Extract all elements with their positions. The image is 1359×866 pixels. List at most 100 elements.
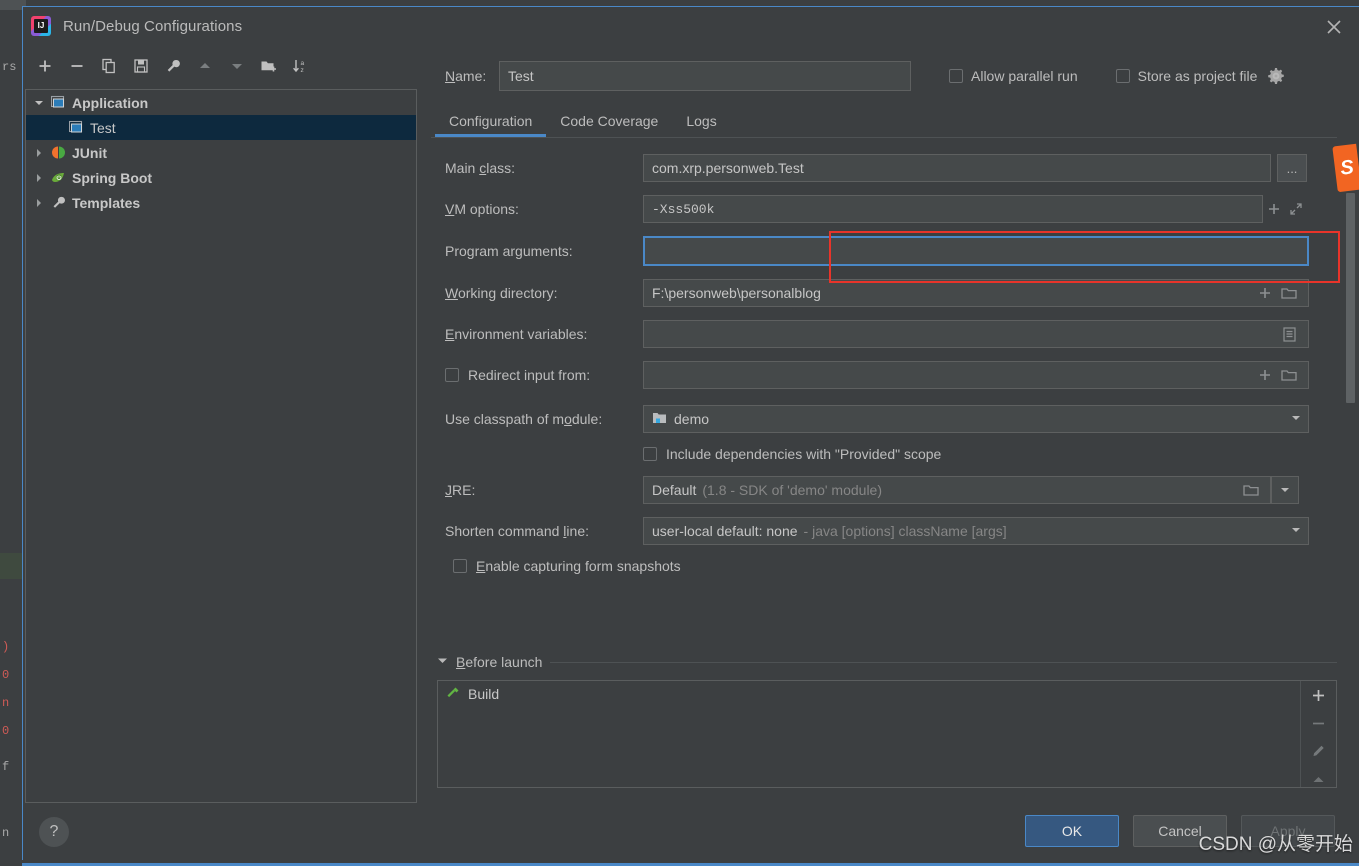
- remove-configuration-button[interactable]: [63, 53, 91, 79]
- main-class-row: Main class: com.xrp.personweb.Test ...: [431, 154, 1359, 182]
- before-launch-header[interactable]: Before launch: [437, 653, 1337, 671]
- include-provided-label: Include dependencies with "Provided" sco…: [666, 446, 942, 462]
- store-as-project-file-label: Store as project file: [1137, 68, 1258, 84]
- program-arguments-label: Program arguments:: [445, 243, 573, 259]
- working-directory-row: Working directory: F:\personweb\personal…: [431, 279, 1359, 307]
- include-provided-checkbox[interactable]: Include dependencies with "Provided" sco…: [643, 446, 941, 462]
- tab-code-coverage[interactable]: Code Coverage: [546, 113, 672, 137]
- tree-item-application[interactable]: Application: [26, 90, 416, 115]
- form-snapshots-checkbox[interactable]: Enable capturing form snapshots: [453, 558, 681, 574]
- form-snapshots-row: Enable capturing form snapshots: [431, 558, 1359, 574]
- arrow-down-icon[interactable]: [223, 53, 251, 79]
- chevron-down-icon[interactable]: [1290, 411, 1302, 427]
- add-task-button[interactable]: [1308, 687, 1330, 703]
- chevron-down-icon[interactable]: [30, 98, 48, 108]
- main-class-input[interactable]: com.xrp.personweb.Test: [643, 154, 1271, 182]
- ok-button[interactable]: OK: [1025, 815, 1119, 847]
- checkbox-box: [643, 447, 657, 461]
- redirect-input-field[interactable]: [643, 361, 1309, 389]
- classpath-module-row: Use classpath of module: demo: [431, 405, 1359, 433]
- chevron-down-icon[interactable]: [1290, 523, 1302, 539]
- redirect-input-checkbox[interactable]: Redirect input from:: [445, 367, 643, 383]
- before-launch-item-build[interactable]: Build: [438, 681, 1300, 707]
- program-arguments-row: Program arguments:: [431, 236, 1359, 266]
- working-directory-browse-icon[interactable]: [1278, 280, 1300, 306]
- copy-icon[interactable]: [95, 53, 123, 79]
- save-icon[interactable]: [127, 53, 155, 79]
- chevron-right-icon[interactable]: [30, 148, 48, 158]
- jre-browse-icon[interactable]: [1240, 477, 1262, 503]
- environment-variables-input[interactable]: [643, 320, 1309, 348]
- dialog-titlebar: IJ Run/Debug Configurations: [23, 7, 1359, 45]
- vm-options-expand-icon[interactable]: [1285, 196, 1307, 222]
- background-text: f: [2, 760, 10, 774]
- working-directory-control: F:\personweb\personalblog: [643, 279, 1309, 307]
- move-task-up-button[interactable]: [1308, 771, 1330, 787]
- wrench-icon[interactable]: [159, 53, 187, 79]
- tree-item-label: Application: [72, 94, 149, 111]
- shorten-command-line-control: user-local default: none - java [options…: [643, 517, 1309, 545]
- chevron-down-icon[interactable]: [437, 653, 448, 671]
- tab-logs[interactable]: Logs: [672, 113, 730, 137]
- name-input[interactable]: [499, 61, 911, 91]
- store-as-project-file-checkbox[interactable]: Store as project file: [1115, 68, 1258, 84]
- folder-plus-icon[interactable]: [255, 53, 283, 79]
- jre-label: JRE:: [445, 482, 476, 498]
- allow-parallel-run-checkbox[interactable]: Allow parallel run: [949, 68, 1078, 84]
- shorten-command-line-dropdown[interactable]: user-local default: none - java [options…: [643, 517, 1309, 545]
- jre-dropdown-button[interactable]: [1271, 476, 1299, 504]
- program-arguments-input[interactable]: [643, 236, 1309, 266]
- redirect-input-control: [643, 361, 1309, 389]
- redirect-input-add-icon[interactable]: [1254, 362, 1276, 388]
- checkbox-box: [453, 559, 467, 573]
- add-configuration-button[interactable]: [31, 53, 59, 79]
- vm-options-row: VM options: -Xss500k: [431, 195, 1359, 223]
- working-directory-value: F:\personweb\personalblog: [652, 285, 821, 301]
- redirect-input-browse-icon[interactable]: [1278, 362, 1300, 388]
- chevron-right-icon[interactable]: [30, 173, 48, 183]
- tree-item-junit[interactable]: JUnit: [26, 140, 416, 165]
- form-scrollbar[interactable]: [1346, 193, 1355, 793]
- redirect-input-label-wrap: Redirect input from:: [445, 367, 643, 383]
- edit-task-button[interactable]: [1308, 743, 1330, 759]
- working-directory-input[interactable]: F:\personweb\personalblog: [643, 279, 1309, 307]
- gear-icon[interactable]: [1267, 65, 1289, 87]
- section-divider: [550, 661, 1337, 663]
- environment-variables-editor-icon[interactable]: [1278, 321, 1300, 347]
- sort-az-icon[interactable]: a z: [287, 53, 315, 79]
- configurations-tree[interactable]: Application Test JUnit Spring Boot Templ…: [25, 89, 417, 803]
- redirect-input-row: Redirect input from:: [431, 361, 1359, 389]
- classpath-module-control: demo: [643, 405, 1309, 433]
- help-button[interactable]: ?: [39, 817, 69, 847]
- vm-options-input[interactable]: -Xss500k: [643, 195, 1263, 223]
- module-icon: [652, 411, 667, 428]
- main-class-browse-button[interactable]: ...: [1277, 154, 1307, 182]
- side-plugin-icon: S: [1332, 143, 1359, 193]
- vm-options-add-icon[interactable]: [1263, 196, 1285, 222]
- background-text: ): [2, 640, 10, 654]
- classpath-module-label: Use classpath of module:: [445, 411, 603, 427]
- before-launch-list-box: Build: [437, 680, 1337, 788]
- background-text: 0: [2, 668, 10, 682]
- tree-item-templates[interactable]: Templates: [26, 190, 416, 215]
- close-icon[interactable]: [1323, 16, 1345, 38]
- jre-value-suffix: (1.8 - SDK of 'demo' module): [702, 482, 883, 498]
- arrow-up-icon[interactable]: [191, 53, 219, 79]
- remove-task-button[interactable]: [1308, 715, 1330, 731]
- working-directory-label: Working directory:: [445, 285, 558, 301]
- tree-item-test[interactable]: Test: [26, 115, 416, 140]
- chevron-right-icon[interactable]: [30, 198, 48, 208]
- shorten-command-line-row: Shorten command line: user-local default…: [431, 517, 1359, 545]
- working-directory-add-icon[interactable]: [1254, 280, 1276, 306]
- before-launch-item-label: Build: [468, 686, 500, 702]
- tab-configuration[interactable]: Configuration: [435, 113, 547, 137]
- application-icon: [66, 120, 86, 135]
- run-debug-configurations-dialog: IJ Run/Debug Configurations a z Applicat…: [22, 6, 1359, 860]
- before-launch-list[interactable]: Build: [438, 681, 1300, 787]
- classpath-module-dropdown[interactable]: demo: [643, 405, 1309, 433]
- vm-options-label: VM options:: [445, 201, 519, 217]
- environment-variables-row: Environment variables:: [431, 320, 1359, 348]
- tree-item-spring-boot[interactable]: Spring Boot: [26, 165, 416, 190]
- jre-input[interactable]: Default (1.8 - SDK of 'demo' module): [643, 476, 1271, 504]
- scrollbar-thumb[interactable]: [1346, 193, 1355, 403]
